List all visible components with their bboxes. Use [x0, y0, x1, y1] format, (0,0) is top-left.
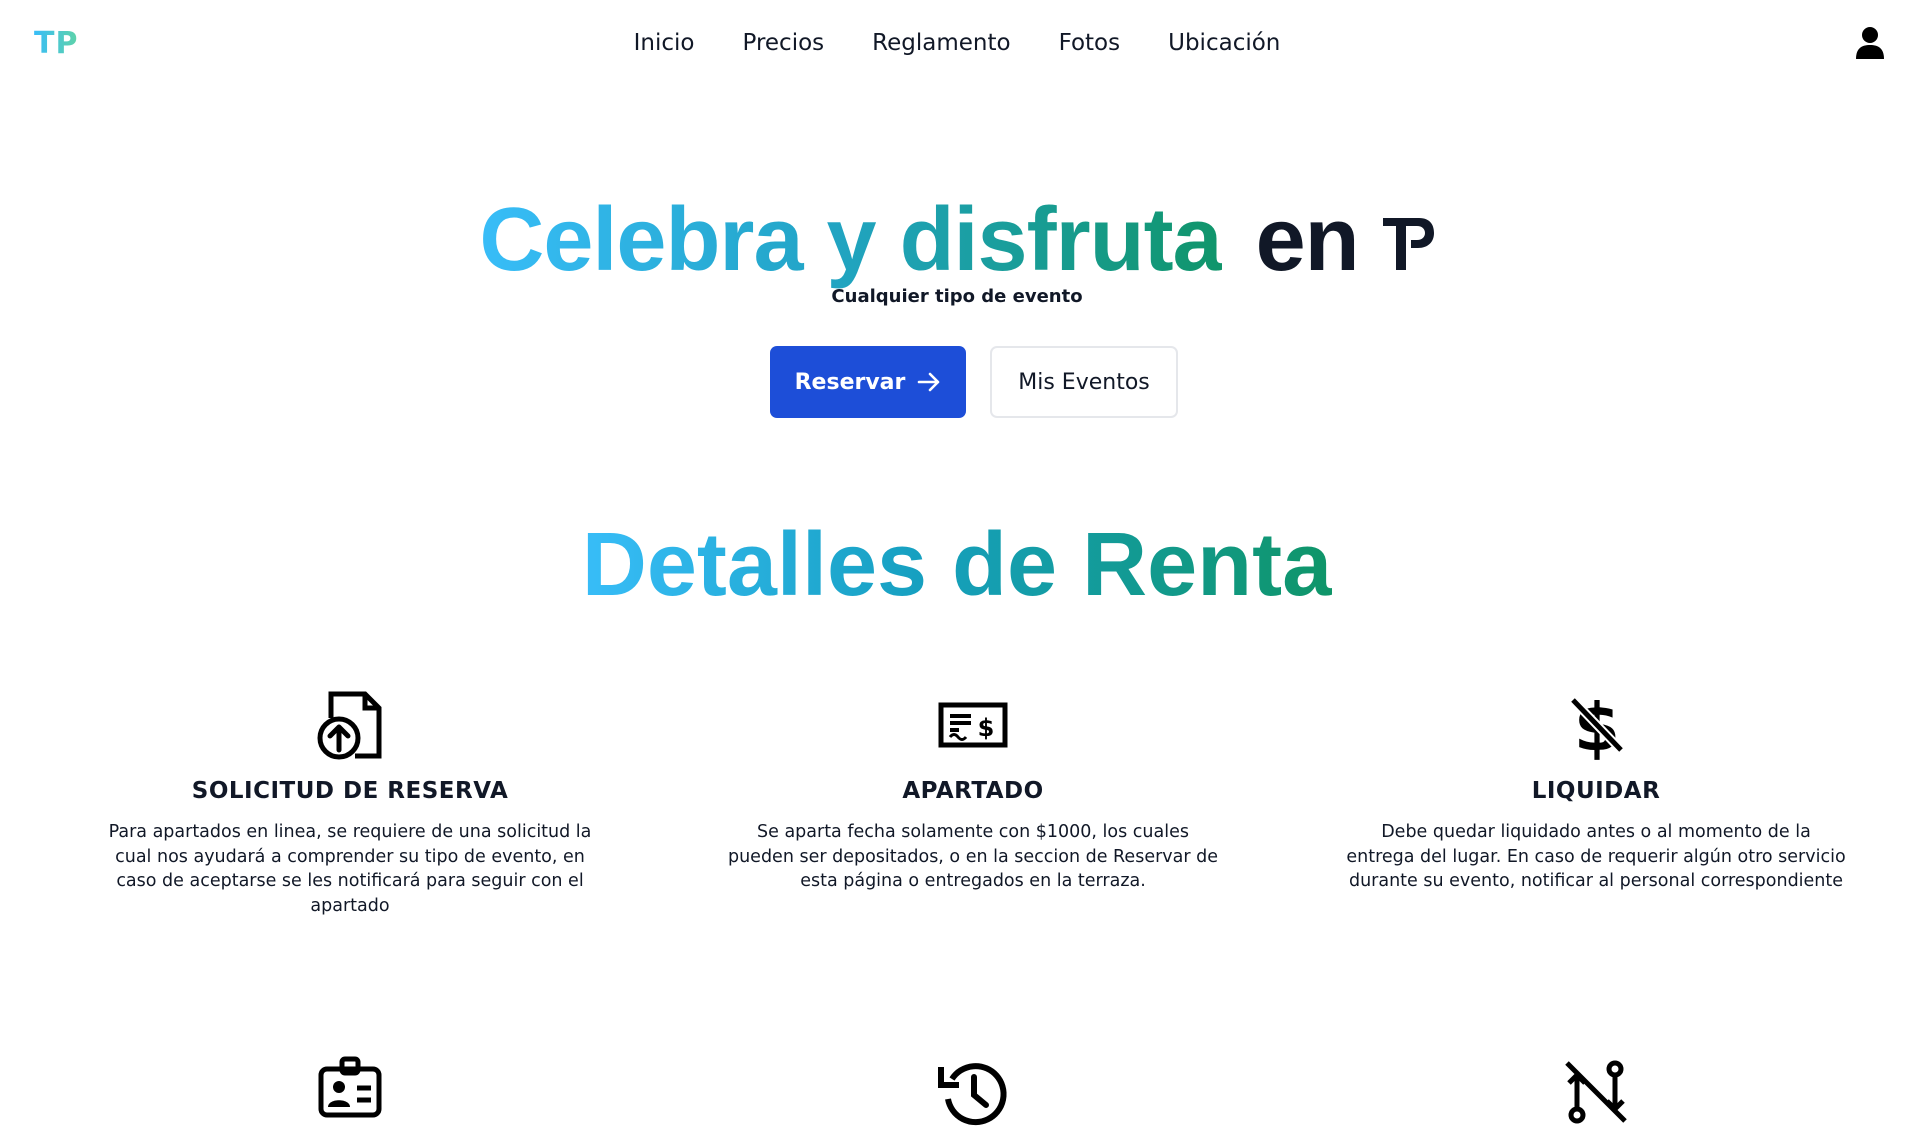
card-title: LIQUIDAR [1531, 778, 1661, 804]
dollar-off-icon: $ [1569, 689, 1625, 760]
history-icon [938, 1063, 1007, 1126]
hero-title: Celebra y disfruta en [0, 190, 1914, 290]
card-transfer [1346, 1055, 1846, 1127]
hero-title-dark: en [1255, 190, 1360, 290]
nav-links: Inicio Precios Reglamento Fotos Ubicació… [0, 30, 1914, 56]
check-money-icon: $ [938, 702, 1008, 748]
card-solicitud: SOLICITUD DE RESERVA Para apartados en l… [100, 688, 600, 918]
card-text: Debe quedar liquidado antes o al momento… [1346, 822, 1846, 891]
hero-subtitle: Cualquier tipo de evento [831, 286, 1083, 307]
card-title: APARTADO [902, 778, 1044, 804]
file-upload-icon [317, 691, 382, 760]
nav-link-precios[interactable]: Precios [742, 30, 824, 56]
mis-eventos-button-label: Mis Eventos [1018, 369, 1150, 395]
nav-link-ubicacion[interactable]: Ubicación [1168, 30, 1280, 56]
card-title: SOLICITUD DE RESERVA [191, 778, 509, 804]
tp-logo-icon [1382, 218, 1434, 270]
nav-link-reglamento[interactable]: Reglamento [872, 30, 1010, 56]
card-id [100, 1055, 600, 1127]
reservar-button-label: Reservar [794, 369, 906, 395]
reservar-button[interactable]: Reservar [770, 346, 966, 418]
user-icon[interactable] [1855, 26, 1885, 60]
card-text: Se aparta fecha solamente con $1000, los… [727, 822, 1218, 891]
nav-link-fotos[interactable]: Fotos [1059, 30, 1121, 56]
transfer-off-icon [1565, 1060, 1627, 1124]
hero-title-gradient: Celebra y disfruta [479, 190, 1222, 290]
id-badge-icon [318, 1056, 382, 1118]
arrow-right-icon [918, 372, 940, 392]
svg-text:$: $ [978, 714, 995, 742]
section-title: Detalles de Renta [0, 515, 1914, 615]
card-history [723, 1055, 1223, 1127]
card-liquidar: $ LIQUIDAR Debe quedar liquidado antes o… [1346, 688, 1846, 894]
navbar: TP Inicio Precios Reglamento Fotos Ubica… [0, 0, 1914, 88]
section-title-text: Detalles de Renta [581, 515, 1333, 615]
mis-eventos-button[interactable]: Mis Eventos [990, 346, 1178, 418]
card-text: Para apartados en linea, se requiere de … [108, 822, 592, 916]
nav-link-inicio[interactable]: Inicio [634, 30, 695, 56]
card-apartado: $ APARTADO Se aparta fecha solamente con… [723, 688, 1223, 894]
